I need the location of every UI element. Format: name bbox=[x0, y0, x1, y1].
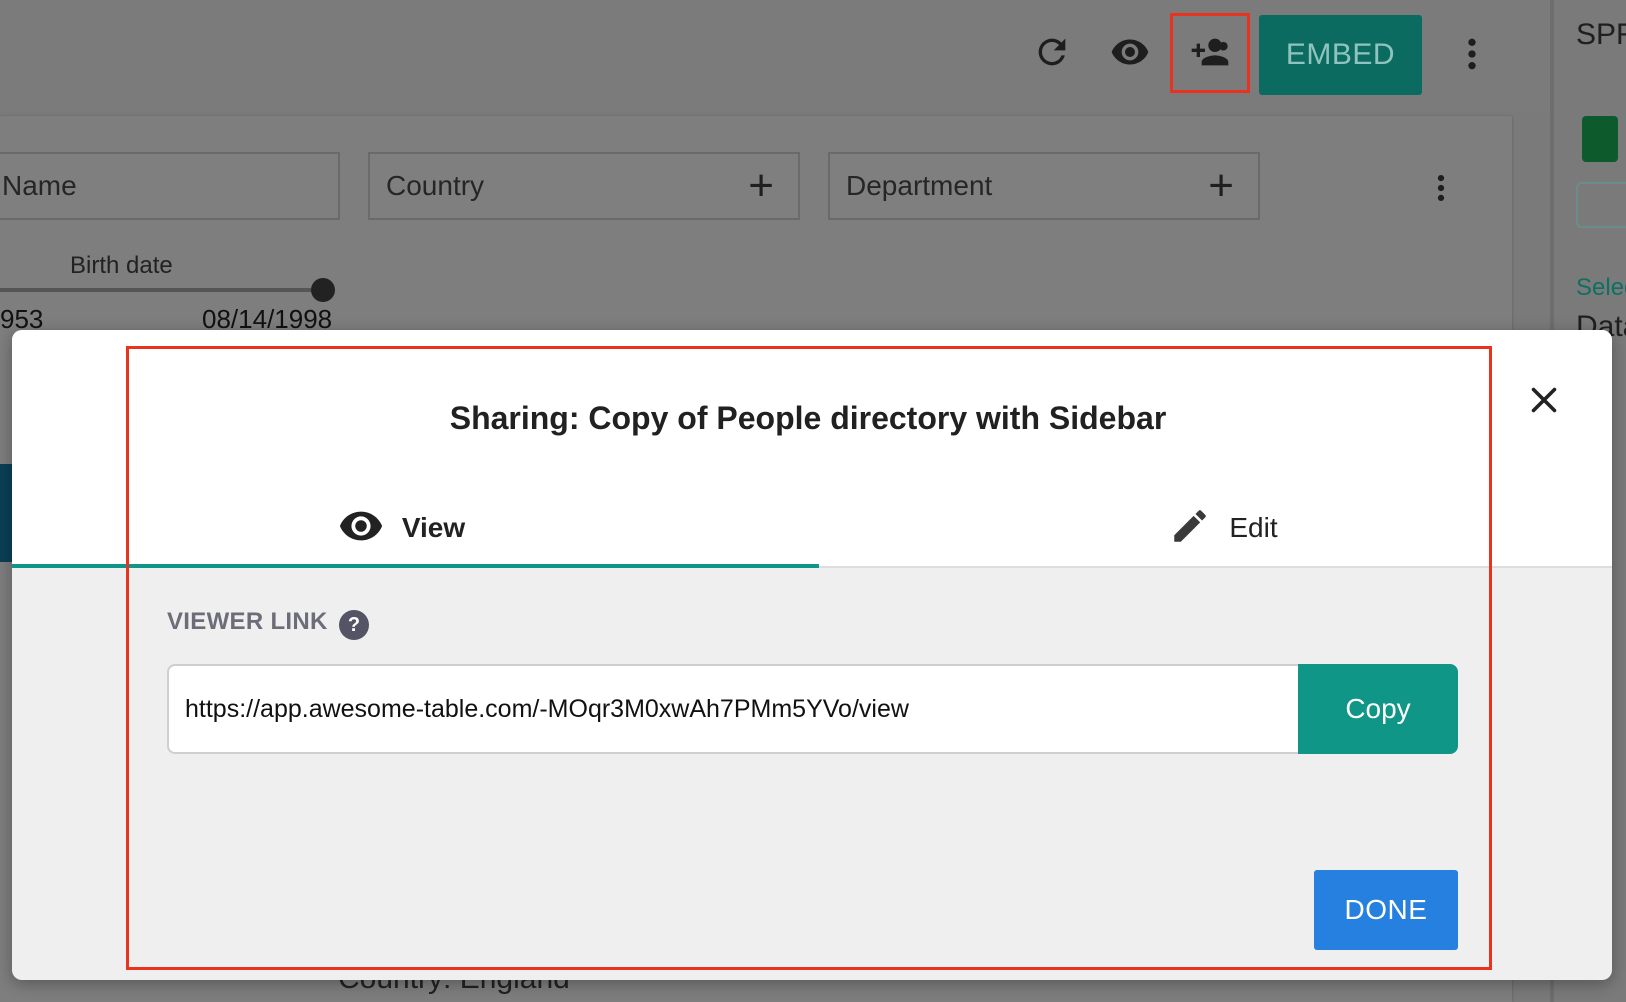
department-filter[interactable]: Department + bbox=[828, 152, 1260, 220]
tab-edit-label: Edit bbox=[1229, 512, 1278, 543]
done-button[interactable]: DONE bbox=[1314, 870, 1458, 950]
sharing-dialog: Sharing: Copy of People directory with S… bbox=[12, 330, 1612, 980]
close-icon[interactable] bbox=[1520, 376, 1568, 424]
panel-title: SPR bbox=[1576, 18, 1626, 51]
eye-icon[interactable] bbox=[1102, 24, 1158, 80]
name-filter[interactable]: Name bbox=[0, 152, 340, 220]
more-vert-icon[interactable] bbox=[1424, 166, 1458, 210]
eye-icon bbox=[338, 503, 384, 554]
dialog-title: Sharing: Copy of People directory with S… bbox=[449, 400, 1167, 436]
country-filter[interactable]: Country + bbox=[368, 152, 800, 220]
viewer-link-field[interactable] bbox=[167, 664, 1312, 754]
filter-label: Country bbox=[386, 170, 485, 201]
open-external-icon[interactable] bbox=[1576, 182, 1626, 228]
spreadsheet-icon[interactable] bbox=[1582, 116, 1618, 162]
help-icon[interactable]: ? bbox=[339, 610, 369, 640]
active-tab-indicator bbox=[12, 564, 819, 568]
selected-row-marker bbox=[0, 464, 12, 562]
plus-icon: + bbox=[1208, 161, 1234, 210]
select-label: Selec bbox=[1576, 274, 1626, 301]
embed-button[interactable]: EMBED bbox=[1259, 15, 1422, 95]
birth-date-label: Birth date bbox=[70, 252, 173, 279]
birth-date-slider[interactable] bbox=[0, 288, 322, 292]
tab-view-label: View bbox=[401, 512, 466, 543]
dialog-header: Sharing: Copy of People directory with S… bbox=[12, 330, 1612, 568]
tab-view[interactable]: View bbox=[12, 488, 819, 568]
refresh-icon[interactable] bbox=[1024, 24, 1080, 80]
share-button-highlight bbox=[1170, 13, 1250, 93]
copy-button[interactable]: Copy bbox=[1298, 664, 1458, 754]
filter-label: Name bbox=[2, 170, 77, 201]
filter-label: Department bbox=[846, 170, 993, 201]
more-vert-icon[interactable] bbox=[1452, 30, 1492, 78]
viewer-link-label: VIEWER LINK bbox=[167, 608, 328, 635]
slider-thumb[interactable] bbox=[311, 278, 335, 302]
top-toolbar: EMBED bbox=[0, 0, 1550, 112]
pencil-icon bbox=[1169, 505, 1211, 552]
tab-edit[interactable]: Edit bbox=[819, 488, 1612, 568]
plus-icon: + bbox=[748, 161, 774, 210]
